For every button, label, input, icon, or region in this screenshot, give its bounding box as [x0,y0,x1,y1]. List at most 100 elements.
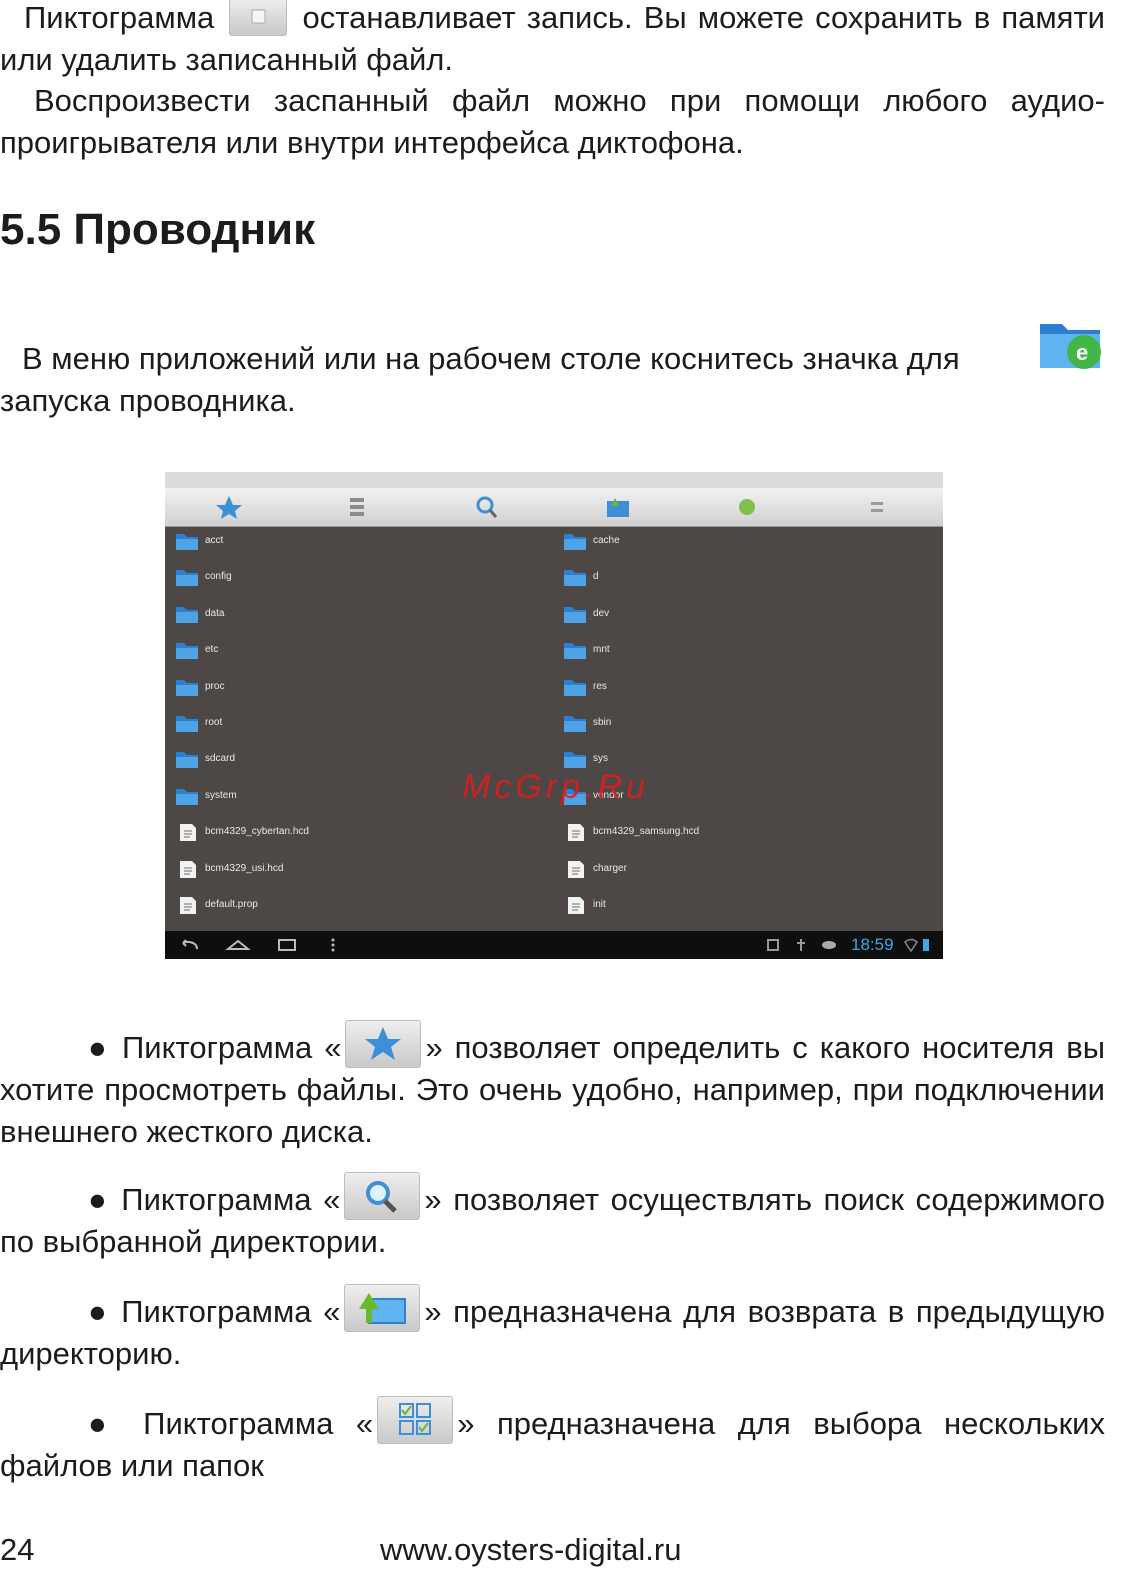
clock: 18:59 [851,935,894,954]
item-label: acct [205,535,224,546]
file-icon [568,824,584,842]
svg-text:e: e [1076,340,1088,365]
folder-item[interactable]: sbin [553,710,913,738]
notification-icon [822,941,836,949]
folder-item[interactable]: etc [165,637,525,665]
bullet-3-prefix: ● Пиктограмма « [88,1294,341,1329]
recent-apps-icon[interactable] [275,937,299,953]
search-icon [344,1172,421,1220]
android-nav-bar: 18:59 [165,931,943,959]
sort-icon[interactable] [337,492,377,522]
up-folder-icon [344,1284,421,1332]
launch-paragraph: В меню приложений или на рабочем столе к… [0,338,1030,422]
file-item[interactable]: bcm4329_usi.hcd [165,856,525,884]
usb-icon [767,939,779,951]
folder-icon [176,606,198,623]
folder-item[interactable]: data [165,601,525,629]
item-label: etc [205,644,219,656]
folder-item[interactable]: mnt [553,637,913,665]
item-label: root [205,717,223,728]
folder-item[interactable]: dev [553,601,913,629]
star-icon [345,1020,422,1068]
back-icon[interactable] [177,937,201,953]
item-label: sbin [593,717,612,728]
fm-toolbar [165,488,943,527]
overflow-icon[interactable] [329,937,337,953]
fm-menu-icon[interactable] [857,492,897,522]
folder-item[interactable]: root [165,710,525,738]
intro-text-a: Пиктограмма [24,0,215,35]
file-icon [180,897,196,914]
file-item[interactable]: init [553,892,913,920]
folder-item[interactable]: config [165,564,525,592]
folder-icon [176,643,198,660]
bullet-storage: ● Пиктограмма «» позволяет определить с … [0,1020,1105,1153]
bullet-search: ● Пиктограмма «» позволяет осуществлять … [0,1172,1105,1263]
file-icon [180,824,196,842]
item-label: res [593,680,607,692]
file-item[interactable]: bcm4329_samsung.hcd [553,819,913,847]
item-label: bcm4329_cybertan.hcd [205,826,309,838]
folder-item[interactable]: cache [553,528,913,556]
fm-status-bar [165,472,943,488]
folder-icon [176,788,198,805]
folder-icon [564,534,586,550]
folder-icon [176,534,198,550]
fm-settings-icon[interactable] [727,492,767,522]
folder-icon [564,606,586,623]
item-label: system [205,789,237,801]
file-item[interactable]: charger [553,856,913,884]
item-label: proc [205,680,225,692]
intro-paragraph-1: Пиктограмма останавливает запись. Вы мож… [0,0,1105,81]
folder-item[interactable]: res [553,674,913,702]
fm-up-folder-icon[interactable] [597,492,637,522]
folder-icon [564,643,586,660]
file-manager-screenshot: acct config data etc proc root sdcard system bcm… [165,472,943,959]
watermark: McGrp.Ru [462,768,649,806]
usb-debug-icon [797,939,805,951]
folder-item[interactable]: d [553,564,913,592]
item-label: config [205,571,232,583]
item-label: d [593,571,599,583]
launch-text: В меню приложений или на рабочем столе к… [0,341,960,418]
explorer-app-icon: e [1036,312,1106,376]
item-label: data [205,607,225,619]
file-icon [568,860,584,878]
item-label: init [593,899,606,910]
fm-search-icon[interactable] [467,492,507,522]
battery-icon [923,939,929,951]
item-label: bcm4329_samsung.hcd [593,826,700,838]
item-label: cache [593,535,620,546]
wifi-icon [904,938,918,953]
section-title: 5.5 Проводник [0,205,316,254]
folder-icon [176,679,198,696]
home-icon[interactable] [225,937,251,953]
folder-icon [564,570,586,587]
bullet-multiselect: ● Пиктограмма «» предназначена для выбор… [0,1396,1105,1487]
bullet-2-prefix: ● Пиктограмма « [88,1182,341,1217]
folder-item[interactable]: proc [165,674,525,702]
item-label: charger [593,862,627,874]
file-item[interactable]: bcm4329_cybertan.hcd [165,819,525,847]
file-item[interactable]: default.prop [165,892,525,920]
intro-paragraph-2: Воспроизвести заспанный файл можно при п… [0,80,1105,164]
bullet-1-prefix: ● Пиктограмма « [88,1030,342,1065]
storage-star-icon[interactable] [209,492,249,522]
folder-icon [176,716,198,732]
item-label: default.prop [205,899,258,910]
item-label: dev [593,607,610,619]
file-icon [568,897,584,914]
footer-url: www.oysters-digital.ru [380,1532,682,1567]
folder-icon [176,752,198,769]
folder-icon [564,752,586,769]
item-label: bcm4329_usi.hcd [205,862,284,874]
stop-icon [229,0,288,36]
file-icon [180,860,196,878]
multiselect-icon [377,1396,454,1444]
folder-icon [564,716,586,732]
folder-item[interactable]: acct [165,528,525,556]
page-number: 24 [0,1532,35,1567]
bullet-4-prefix: ● Пиктограмма « [88,1406,374,1441]
item-label: sys [593,753,608,765]
item-label: sdcard [205,753,236,765]
